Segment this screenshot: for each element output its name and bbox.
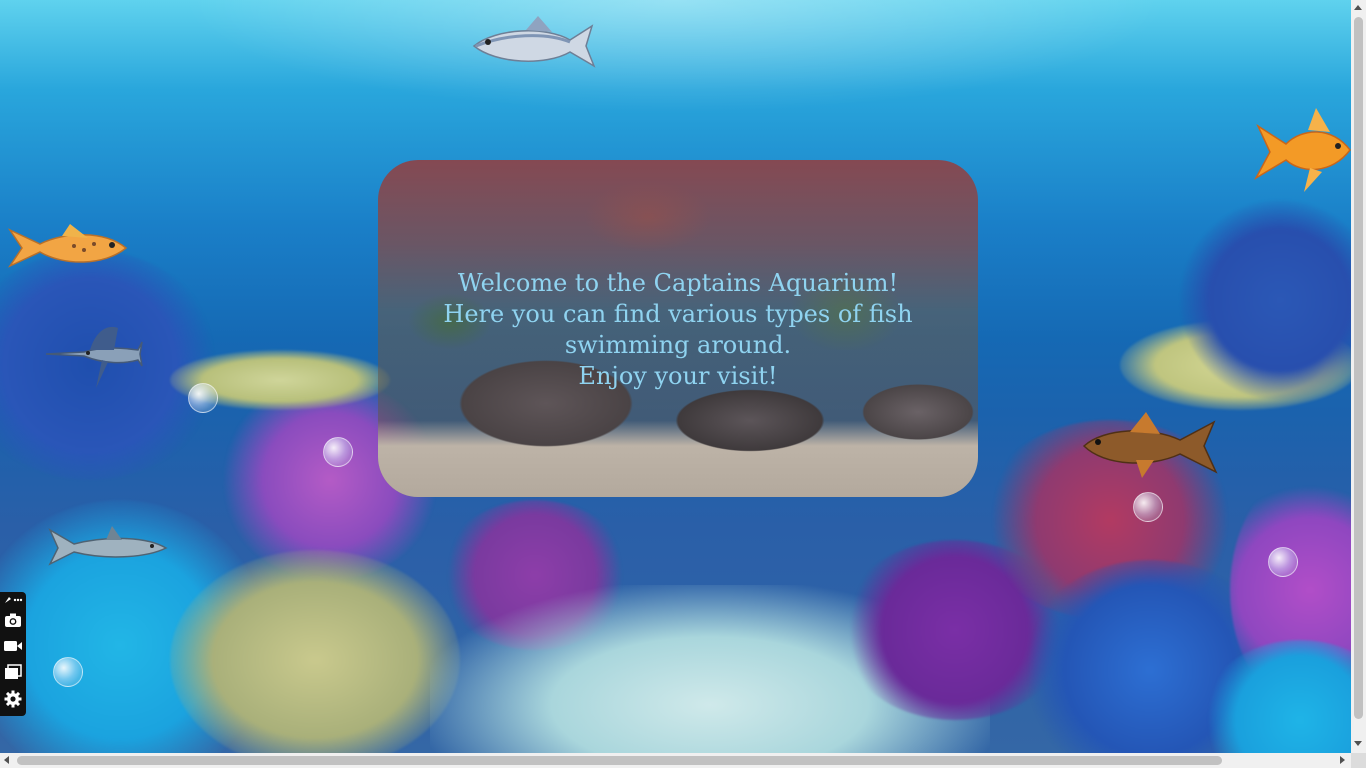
welcome-description: Here you can find various types of fish …: [443, 300, 913, 359]
welcome-heading: Welcome to the Captains Aquarium!: [457, 269, 899, 297]
bubble: [323, 437, 353, 467]
pin-more-icon[interactable]: [3, 594, 23, 606]
spotted-orange-fish: [7, 224, 128, 268]
recorder-toolbar: [0, 592, 26, 716]
coral-yellow-rock: [170, 550, 460, 753]
trout-fish: [472, 16, 596, 68]
welcome-panel: Welcome to the Captains Aquarium! Here y…: [378, 160, 978, 497]
shark-fish: [48, 526, 168, 566]
welcome-text: Welcome to the Captains Aquarium! Here y…: [378, 268, 978, 392]
video-icon[interactable]: [3, 636, 23, 656]
swordfish: [45, 326, 143, 388]
window-icon[interactable]: [3, 662, 23, 682]
bubble: [188, 383, 218, 413]
camera-icon[interactable]: [3, 610, 23, 630]
scroll-up-arrow-icon[interactable]: [1354, 5, 1362, 10]
scroll-down-arrow-icon[interactable]: [1354, 741, 1362, 746]
bubble: [53, 657, 83, 687]
brown-carp-fish: [1082, 412, 1218, 478]
scroll-right-arrow-icon[interactable]: [1340, 756, 1345, 764]
gear-icon[interactable]: [3, 689, 23, 709]
scroll-corner: [1351, 753, 1366, 768]
bubble: [1133, 492, 1163, 522]
vertical-scroll-thumb[interactable]: [1354, 17, 1363, 719]
aquarium-scene: Welcome to the Captains Aquarium! Here y…: [0, 0, 1351, 753]
goldfish: [1254, 108, 1351, 192]
scroll-left-arrow-icon[interactable]: [4, 756, 9, 764]
vertical-scrollbar[interactable]: [1351, 0, 1366, 753]
welcome-closing: Enjoy your visit!: [578, 362, 778, 390]
horizontal-scroll-thumb[interactable]: [17, 756, 1222, 765]
horizontal-scrollbar[interactable]: [0, 753, 1351, 768]
bubble: [1268, 547, 1298, 577]
